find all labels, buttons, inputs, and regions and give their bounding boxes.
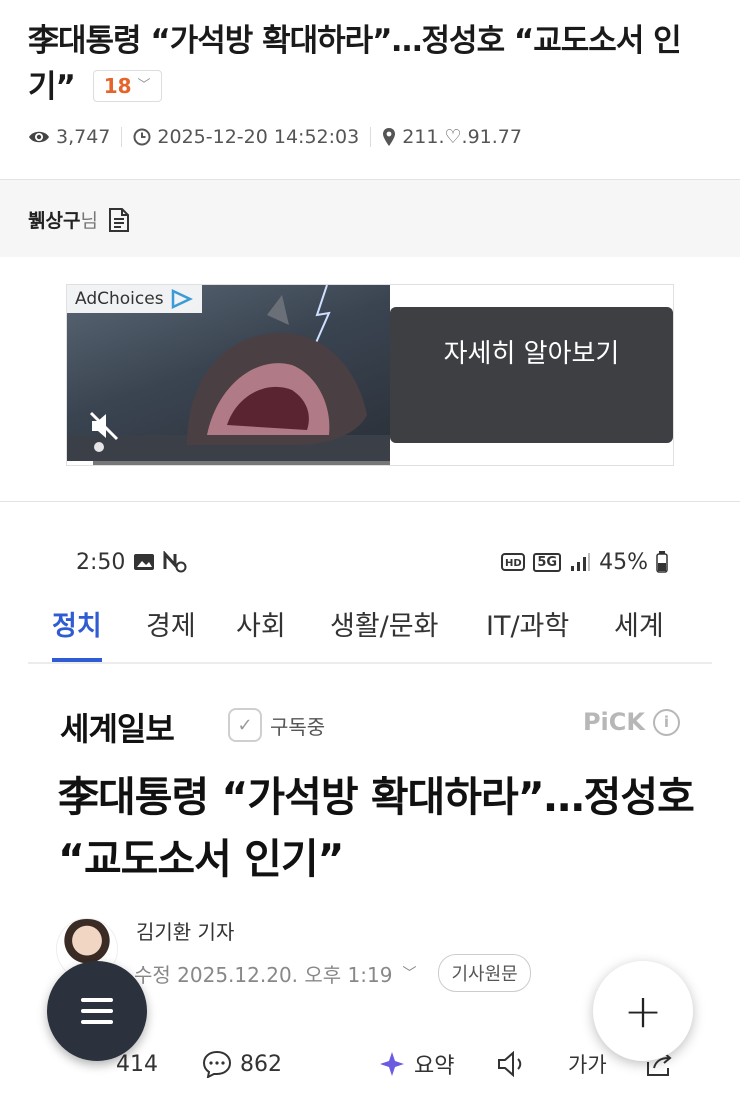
reaction-button[interactable]: 414 [116, 1052, 158, 1077]
check-icon: ✓ [228, 708, 262, 742]
mute-icon [89, 411, 119, 441]
subscribed-label: 구독중 [270, 714, 326, 739]
tab-economy[interactable]: 경제 [146, 604, 196, 662]
ad-banner[interactable]: AdChoices 자세히 알아보기 [66, 284, 674, 466]
eye-icon [29, 131, 49, 143]
article-action-bar: 414 862 요약 가가 [56, 1040, 696, 1088]
press-row: 세계일보 ✓ 구독중 PiCK i [60, 704, 680, 748]
speech-bubble-icon [202, 1050, 232, 1078]
section-tabs: 정치 경제 사회 생활/문화 IT/과학 세계 [28, 600, 712, 664]
status-right: HD 5G 45% [501, 550, 668, 575]
datetime-meta: 2025-12-20 14:52:03 [133, 126, 359, 148]
tab-life-culture[interactable]: 생활/문화 [330, 604, 438, 662]
article-headline: 李대통령 “가석방 확대하라”…정성호 “교도소서 인기” [58, 773, 695, 883]
document-icon [108, 207, 129, 232]
comment-count-article: 862 [240, 1051, 282, 1077]
tab-society[interactable]: 사회 [236, 604, 286, 662]
meta-divider [370, 127, 372, 147]
signal-icon [571, 553, 591, 571]
comment-button[interactable]: 862 [202, 1050, 282, 1078]
author-name: 뷁상구 [28, 210, 81, 232]
source-article-button[interactable]: 기사원문 [438, 954, 531, 992]
hamburger-icon-line [81, 998, 113, 1002]
pick-badge[interactable]: PiCK i [583, 708, 680, 736]
font-size-button[interactable]: 가가 [568, 1049, 607, 1079]
section-divider [0, 501, 740, 502]
comment-count: 18 [103, 74, 132, 98]
hamburger-icon-line [81, 1020, 113, 1024]
post-datetime: 2025-12-20 14:52:03 [157, 126, 360, 148]
reaction-count: 414 [116, 1051, 158, 1077]
image-icon [134, 554, 155, 570]
post-meta: 3,747 2025-12-20 14:52:03 211.♡.91.77 [28, 126, 522, 148]
modified-row: 수정 2025.12.20. 오후 1:19 ﹀ 기사원문 [134, 954, 531, 992]
post-ip: 211.♡.91.77 [402, 126, 522, 148]
hd-icon: HD [501, 553, 526, 571]
author-link[interactable]: 뷁상구 님 [28, 206, 130, 233]
font-size-label: 가가 [568, 1053, 607, 1077]
meta-divider [121, 127, 123, 147]
comment-count-badge[interactable]: 18 ﹀ [92, 70, 162, 102]
hamburger-icon-line [81, 1009, 113, 1013]
network-type: 5G [533, 552, 562, 572]
ad-choices-badge[interactable]: AdChoices [67, 285, 202, 313]
status-time: 2:50 [76, 549, 126, 575]
sparkle-icon [380, 1052, 404, 1076]
tab-politics[interactable]: 정치 [52, 604, 102, 662]
plus-icon: + [623, 984, 663, 1038]
ad-progress-bar [67, 461, 390, 465]
tab-it-science[interactable]: IT/과학 [486, 604, 569, 662]
summary-label: 요약 [414, 1054, 455, 1079]
battery-icon [656, 551, 668, 573]
ip-meta: 211.♡.91.77 [382, 126, 522, 148]
phone-status-bar: 2:50 HD 5G 45% [76, 546, 668, 578]
views-count: 3,747 [56, 126, 111, 148]
summary-button[interactable]: 요약 [378, 1048, 454, 1080]
menu-fab-button[interactable] [47, 961, 147, 1061]
n-badge-icon [163, 551, 187, 573]
ad-choices-label: AdChoices [75, 289, 164, 309]
views-meta: 3,747 [28, 126, 110, 148]
reporter-name[interactable]: 김기환 기자 [136, 916, 234, 945]
ad-choices-icon [171, 289, 193, 309]
subscribe-toggle[interactable]: ✓ 구독중 [228, 708, 325, 742]
modified-date[interactable]: 수정 2025.12.20. 오후 1:19 [134, 959, 392, 988]
chevron-down-icon: ﹀ [137, 78, 151, 93]
svg-text:HD: HD [505, 558, 522, 569]
speaker-button[interactable] [496, 1050, 530, 1078]
press-name[interactable]: 세계일보 [60, 704, 175, 750]
post-title: 李대통령 “가석방 확대하라”…정성호 “교도소서 인기” 18 ﹀ [28, 18, 718, 110]
chevron-down-icon[interactable]: ﹀ [402, 963, 416, 983]
status-left: 2:50 [76, 550, 187, 575]
author-band: 뷁상구 님 [0, 179, 740, 257]
info-icon: i [653, 708, 680, 736]
location-pin-icon [383, 128, 396, 146]
tab-world[interactable]: 세계 [614, 604, 664, 662]
add-fab-button[interactable]: + [593, 961, 693, 1061]
pick-label: PiCK [582, 708, 645, 736]
author-suffix: 님 [80, 210, 98, 232]
battery-percent: 45% [599, 549, 648, 575]
ad-video[interactable]: AdChoices [67, 285, 390, 465]
speaker-icon [498, 1050, 522, 1078]
reporter-row: 김기환 기자 수정 2025.12.20. 오후 1:19 ﹀ 기사원문 [56, 914, 696, 992]
ad-learn-more-button[interactable]: 자세히 알아보기 [390, 307, 673, 443]
clock-icon [133, 128, 151, 146]
